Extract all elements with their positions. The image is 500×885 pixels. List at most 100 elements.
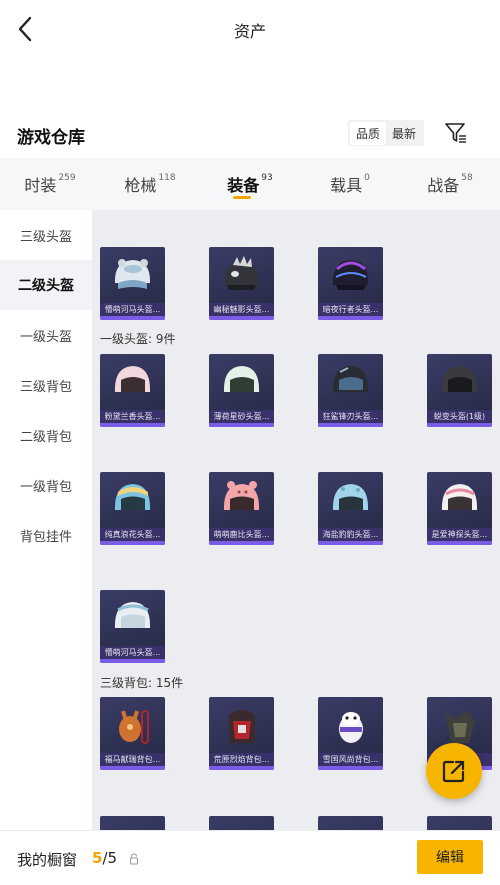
rarity-bar (209, 423, 274, 427)
sidebar-item-level1-backpack[interactable]: 一级背包 (0, 460, 92, 510)
item-name: 薄荷星砂头盔... (209, 410, 274, 423)
item-card[interactable]: 狂鲨锋刃头盔... (318, 354, 383, 427)
item-card[interactable] (209, 816, 274, 830)
closet-label: 我的橱窗 (17, 851, 78, 869)
tab-count: 58 (461, 173, 473, 183)
tab-firearms[interactable]: 枪械 118 (100, 158, 200, 210)
rarity-bar (427, 423, 492, 427)
bottom-bar: 我的橱窗 5/5 编辑 (0, 830, 500, 885)
helmet-icon (114, 602, 151, 628)
filter-button[interactable] (444, 122, 468, 144)
tab-equipment[interactable]: 装备 93 (200, 158, 300, 210)
sidebar-item-level2-helmet[interactable]: 二级头盔 (0, 260, 92, 310)
tab-vehicles[interactable]: 载具 0 (300, 158, 400, 210)
tab-count: 0 (364, 173, 370, 183)
tab-label: 装备 (227, 176, 260, 195)
helmet-icon (332, 484, 369, 510)
warehouse-bar: 游戏仓库 品质 最新 (0, 110, 500, 158)
filter-icon (445, 123, 466, 143)
item-card[interactable]: 纯真浪花头盔... (100, 472, 165, 545)
item-card[interactable]: 雪国风尚背包... (318, 697, 383, 770)
item-name: 狂鲨锋刃头盔... (318, 410, 383, 423)
sort-toggle: 品质 最新 (348, 120, 425, 146)
item-name: 暗夜行者头盔... (318, 303, 383, 316)
share-external-icon (442, 760, 465, 783)
item-name: 纯真浪花头盔... (100, 528, 165, 541)
sidebar-item-backpack-pendant[interactable]: 背包挂件 (0, 510, 92, 560)
helmet-icon (224, 256, 259, 290)
item-card[interactable]: 暗夜行者头盔... (318, 247, 383, 320)
backpack-icon (229, 710, 255, 743)
warehouse-title: 游戏仓库 (17, 128, 85, 148)
item-name: 懵萌河马头盔... (100, 303, 165, 316)
category-tabs: 时装 259 枪械 118 装备 93 载具 0 战备 58 (0, 158, 500, 210)
lock-icon (130, 853, 138, 865)
helmet-icon (332, 366, 369, 392)
item-card[interactable]: 萌萌鹿比头盔... (209, 472, 274, 545)
sidebar-item-level3-helmet[interactable]: 三级头盔 (0, 210, 92, 260)
rarity-bar (100, 659, 165, 663)
tab-count: 118 (158, 173, 176, 183)
rarity-bar (100, 541, 165, 545)
item-card[interactable]: 幽秘魅影头盔... (209, 247, 274, 320)
closet-count: 5/5 (92, 849, 117, 867)
item-name: 幽秘魅影头盔... (209, 303, 274, 316)
helmet-icon (114, 366, 151, 392)
item-name: 萌萌鹿比头盔... (209, 528, 274, 541)
closet-current-count: 5 (92, 849, 103, 867)
item-card[interactable] (100, 816, 165, 830)
item-name: 雪国风尚背包... (318, 753, 383, 766)
item-name: 懵萌河马头盔... (100, 646, 165, 659)
rarity-bar (318, 316, 383, 320)
item-card[interactable]: 是爱神探头盔... (427, 472, 492, 545)
helmet-icon (114, 484, 151, 510)
section-header-level1-helmet: 一级头盔: 9件 (100, 332, 176, 346)
sidebar-item-level3-backpack[interactable]: 三级背包 (0, 360, 92, 410)
item-grid: 懵萌河马头盔... 幽秘魅影头盔... 暗夜行者头盔... 一级头盔: 9件 粉… (92, 210, 500, 830)
helmet-icon (223, 366, 260, 392)
rarity-bar (318, 541, 383, 545)
tab-count: 259 (58, 173, 76, 183)
share-fab-button[interactable] (426, 743, 482, 799)
helmet-icon (441, 484, 478, 510)
item-card[interactable]: 福马献瑞背包... (100, 697, 165, 770)
backpack-icon (339, 712, 363, 743)
item-card[interactable] (318, 816, 383, 830)
helmet-icon (114, 259, 151, 289)
item-card[interactable]: 懵萌河马头盔... (100, 247, 165, 320)
tab-label: 枪械 (124, 176, 157, 195)
sort-newest-button[interactable]: 最新 (386, 122, 422, 145)
tab-label: 载具 (330, 176, 363, 195)
item-card[interactable] (427, 816, 492, 830)
item-card[interactable]: 荒原烈焰背包... (209, 697, 274, 770)
subcategory-sidebar: 三级头盔 二级头盔 一级头盔 三级背包 二级背包 一级背包 背包挂件 (0, 210, 92, 830)
item-name: 荒原烈焰背包... (209, 753, 274, 766)
tab-count: 93 (261, 173, 273, 183)
item-card[interactable]: 蜕变头盔(1级) (427, 354, 492, 427)
rarity-bar (100, 316, 165, 320)
backpack-icon (119, 710, 149, 744)
item-name: 是爱神探头盔... (427, 528, 492, 541)
rarity-bar (209, 541, 274, 545)
sidebar-item-level1-helmet[interactable]: 一级头盔 (0, 310, 92, 360)
item-card[interactable]: 粉黛兰香头盔... (100, 354, 165, 427)
sidebar-item-level2-backpack[interactable]: 二级背包 (0, 410, 92, 460)
edit-button[interactable]: 编辑 (417, 840, 483, 874)
helmet-icon (332, 260, 369, 290)
helmet-icon (441, 366, 478, 392)
top-bar: 资产 (0, 0, 500, 60)
item-name: 海盐豹豹头盔... (318, 528, 383, 541)
rarity-bar (318, 766, 383, 770)
rarity-bar (209, 316, 274, 320)
section-header-level3-backpack: 三级背包: 15件 (100, 676, 184, 690)
item-card[interactable]: 懵萌河马头盔... (100, 590, 165, 663)
tab-combat-supplies[interactable]: 战备 58 (400, 158, 500, 210)
page-title: 资产 (233, 22, 266, 41)
item-card[interactable]: 海盐豹豹头盔... (318, 472, 383, 545)
tab-label: 战备 (427, 176, 460, 195)
item-name: 蜕变头盔(1级) (427, 410, 492, 423)
tab-fashion[interactable]: 时装 259 (0, 158, 100, 210)
sort-quality-button[interactable]: 品质 (350, 121, 387, 145)
tab-label: 时装 (24, 176, 57, 195)
item-card[interactable]: 薄荷星砂头盔... (209, 354, 274, 427)
